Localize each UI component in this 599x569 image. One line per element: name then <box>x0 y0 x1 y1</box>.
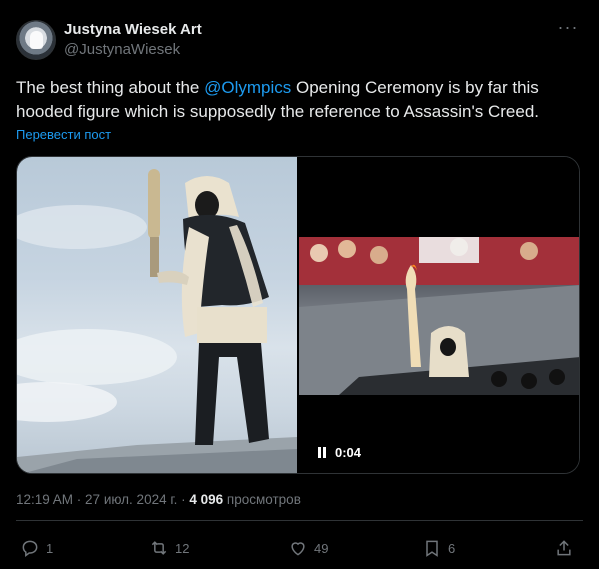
meta-separator: · <box>177 492 190 507</box>
tweet-text: The best thing about the @Olympics Openi… <box>16 76 582 124</box>
views-count: 4 096 <box>189 492 224 507</box>
reply-icon <box>22 540 38 557</box>
video-illustration <box>299 237 579 395</box>
reply-count: 1 <box>46 540 54 556</box>
bookmark-icon <box>426 540 438 557</box>
pause-icon[interactable] <box>317 447 327 458</box>
avatar[interactable] <box>16 20 56 60</box>
more-options-icon[interactable]: ··· <box>557 18 579 42</box>
heart-icon <box>291 542 305 556</box>
author-handle[interactable]: @JustynaWiesek <box>64 41 180 58</box>
tweet-text-part: The best thing about the <box>16 78 205 97</box>
meta-separator: · <box>73 492 86 507</box>
reply-button[interactable]: 1 <box>20 538 53 558</box>
tweet-header: Justyna Wiesek Art @JustynaWiesek ··· <box>16 18 583 62</box>
retweet-button[interactable]: 12 <box>149 538 189 558</box>
retweet-icon <box>151 541 167 555</box>
like-count: 49 <box>314 540 329 556</box>
photo-hooded-figure[interactable] <box>17 157 297 473</box>
bookmark-count: 6 <box>448 540 456 556</box>
like-button[interactable]: 49 <box>288 538 328 558</box>
retweet-count: 12 <box>175 540 190 556</box>
divider <box>16 520 583 521</box>
share-button[interactable] <box>554 538 574 558</box>
video-frame <box>299 237 579 395</box>
views-label: просмотров <box>223 492 301 507</box>
share-icon <box>557 540 571 556</box>
tweet-time[interactable]: 12:19 AM <box>16 492 73 507</box>
video-timer[interactable]: 0:04 <box>317 445 361 460</box>
author-name[interactable]: Justyna Wiesek Art <box>64 21 202 38</box>
tweet-meta: 12:19 AM · 27 июл. 2024 г. · 4 096 просм… <box>16 492 301 507</box>
translate-link[interactable]: Перевести пост <box>16 127 111 142</box>
media-grid: 0:04 <box>16 156 580 474</box>
video-time: 0:04 <box>335 445 362 460</box>
video-player[interactable]: 0:04 <box>299 157 579 473</box>
bookmark-button[interactable]: 6 <box>422 538 455 558</box>
mention-link[interactable]: @Olympics <box>204 78 291 97</box>
photo-illustration <box>17 169 297 473</box>
action-bar: 1 12 49 6 <box>16 538 583 562</box>
tweet-date[interactable]: 27 июл. 2024 г. <box>85 492 177 507</box>
